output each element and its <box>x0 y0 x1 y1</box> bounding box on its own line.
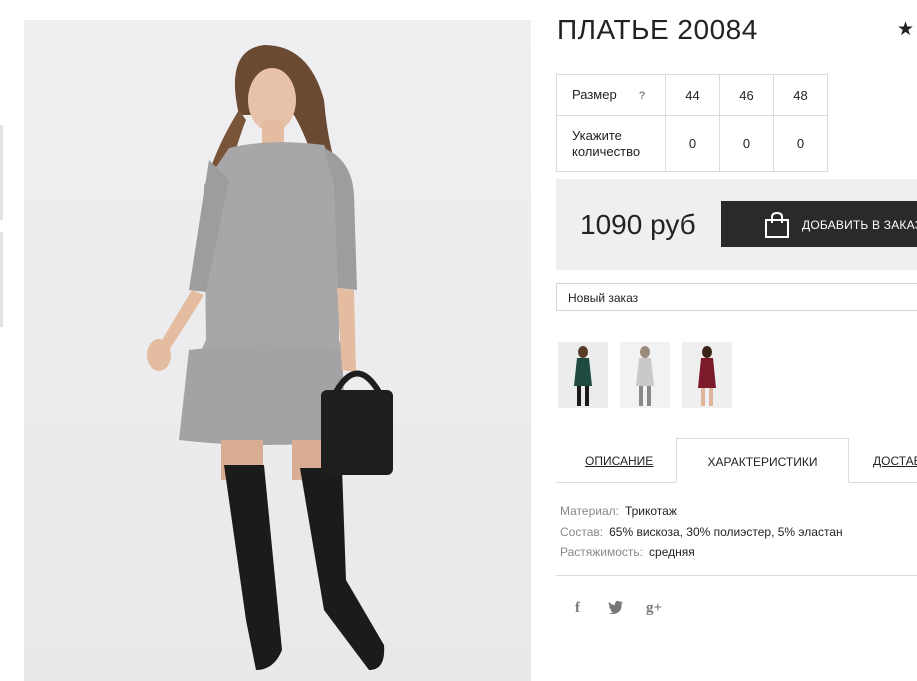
size-label-cell: Размер? <box>556 74 666 116</box>
prop-label: Растяжимость: <box>560 545 644 559</box>
model-illustration <box>147 45 393 670</box>
color-variant-green[interactable] <box>558 342 608 408</box>
order-select[interactable]: Новый заказ <box>556 283 917 311</box>
shopping-bag-icon <box>765 211 789 238</box>
prop-value: Трикотаж <box>624 504 677 518</box>
color-variant-grey[interactable] <box>620 342 670 408</box>
gallery-thumbnail-1[interactable] <box>0 125 3 220</box>
price: 1090 руб <box>580 209 696 240</box>
size-table: Размер? 44 46 48 Укажите количество 0 0 … <box>556 74 828 172</box>
size-label: Размер <box>572 86 617 102</box>
tab-delivery[interactable]: ДОСТАВКА <box>873 438 917 483</box>
quantity-label: Укажите количество <box>556 115 666 172</box>
size-44: 44 <box>665 74 720 116</box>
prop-value: средняя <box>649 545 695 559</box>
size-48: 48 <box>773 74 828 116</box>
prop-row-material: Материал: Трикотаж <box>560 501 843 522</box>
prop-value: 65% вискоза, 30% полиэстер, 5% эластан <box>609 524 843 539</box>
star-icon[interactable]: ★ <box>897 18 914 41</box>
quantity-field-44[interactable]: 0 <box>665 115 720 172</box>
prop-row-stretch: Растяжимость: средняя <box>560 542 843 563</box>
add-to-order-button[interactable]: ДОБАВИТЬ В ЗАКАЗ <box>721 201 917 247</box>
quantity-field-46[interactable]: 0 <box>719 115 774 172</box>
help-icon[interactable]: ? <box>639 88 646 104</box>
tab-characteristics[interactable]: ХАРАКТЕРИСТИКИ <box>676 438 849 483</box>
product-photo[interactable] <box>24 20 531 681</box>
size-46: 46 <box>719 74 774 116</box>
prop-label: Состав: <box>560 524 604 539</box>
color-variant-burgundy[interactable] <box>682 342 732 408</box>
add-to-order-label: ДОБАВИТЬ В ЗАКАЗ <box>802 218 917 232</box>
quantity-field-48[interactable]: 0 <box>773 115 828 172</box>
variant-thumbnail <box>682 342 732 408</box>
product-title: ПЛАТЬЕ 20084 <box>557 14 758 45</box>
prop-label: Материал: <box>560 504 619 518</box>
gallery-thumbnail-2[interactable] <box>0 232 3 327</box>
googleplus-icon[interactable]: g+ <box>646 600 662 617</box>
variant-thumbnail <box>558 342 608 408</box>
characteristics-list: Материал: Трикотаж Состав: 65% вискоза, 30… <box>560 501 843 563</box>
tab-description[interactable]: ОПИСАНИЕ <box>585 438 653 483</box>
variant-thumbnail <box>620 342 670 408</box>
twitter-bird-glyph <box>608 600 623 615</box>
facebook-icon[interactable]: f <box>575 600 580 617</box>
twitter-icon[interactable] <box>608 600 624 618</box>
social-divider <box>556 575 917 576</box>
price-panel: 1090 руб ДОБАВИТЬ В ЗАКАЗ <box>556 179 917 270</box>
prop-row-composition: Состав: 65% вискоза, 30% полиэстер, 5% эл… <box>560 522 843 543</box>
